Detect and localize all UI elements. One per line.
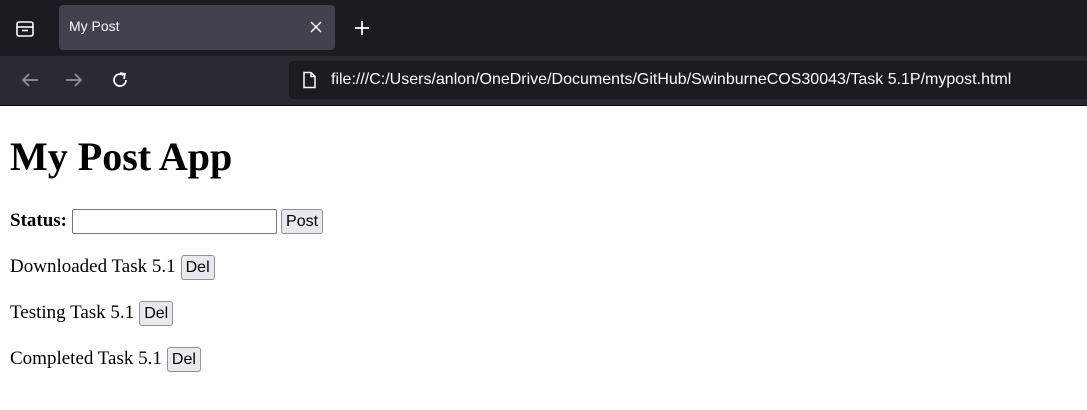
delete-button[interactable]: Del [180,254,215,280]
post-item: Downloaded Task 5.1 Del [10,253,215,281]
back-button[interactable] [14,64,46,96]
reload-icon [113,72,127,87]
post-item: Testing Task 5.1 Del [10,299,174,327]
plus-icon [355,21,369,35]
page-title: My Post App [10,134,233,179]
status-label: Status: [10,210,68,231]
new-tab-button[interactable] [346,12,378,44]
delete-button[interactable]: Del [139,300,174,326]
navigation-bar: file:///C:/Users/anlon/OneDrive/Document… [0,56,1087,105]
reload-button[interactable] [104,64,136,96]
url-text: file:///C:/Users/anlon/OneDrive/Document… [331,71,1012,88]
chrome-divider [0,105,1087,106]
forward-button[interactable] [58,64,90,96]
delete-button[interactable]: Del [166,346,201,372]
status-input[interactable] [72,208,278,234]
post-text: Downloaded Task 5.1 [10,256,176,277]
post-text: Completed Task 5.1 [10,348,162,369]
url-bar[interactable]: file:///C:/Users/anlon/OneDrive/Document… [289,61,1087,99]
file-icon [303,71,316,89]
post-item: Completed Task 5.1 Del [10,345,201,373]
post-button[interactable]: Post [281,208,324,234]
tab-close-button[interactable] [305,16,327,38]
post-text: Testing Task 5.1 [10,302,135,323]
tab-bar: My Post [0,0,1087,56]
close-icon [310,21,322,33]
arrow-right-icon [66,73,83,87]
tab-list-icon [16,21,34,37]
tab-my-post[interactable]: My Post [59,5,335,50]
status-form: Status: Post [10,207,324,235]
arrow-left-icon [21,73,38,87]
tab-list-button[interactable] [6,10,44,48]
tab-title: My Post [69,18,120,34]
